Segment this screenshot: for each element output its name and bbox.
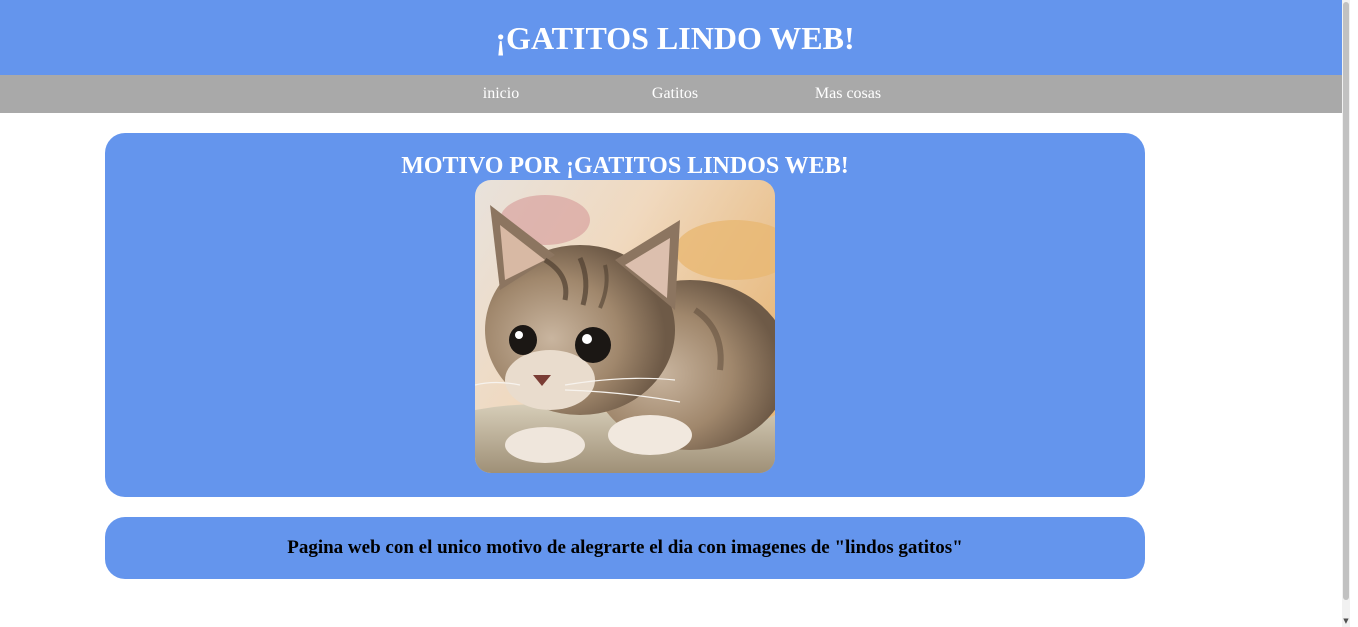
vertical-scrollbar[interactable]: ▼ [1342,0,1350,627]
kitten-photo [475,180,775,473]
scrollbar-thumb[interactable] [1343,2,1349,600]
main-card: MOTIVO POR ¡GATITOS LINDOS WEB! [105,133,1145,497]
nav-link-inicio[interactable]: inicio [483,85,519,103]
nav-link-gatitos[interactable]: Gatitos [652,85,698,103]
site-title: ¡GATITOS LINDO WEB! [495,19,855,56]
site-header: ¡GATITOS LINDO WEB! [0,0,1350,75]
page: ¡GATITOS LINDO WEB! inicio Gatitos Mas c… [0,0,1350,627]
chevron-down-icon[interactable]: ▼ [1342,617,1350,625]
description-card: Pagina web con el unico motivo de alegra… [105,517,1145,579]
nav-link-mas-cosas[interactable]: Mas cosas [815,85,881,103]
main-card-heading: MOTIVO POR ¡GATITOS LINDOS WEB! [401,153,849,179]
main-nav: inicio Gatitos Mas cosas [0,75,1350,113]
description-text: Pagina web con el unico motivo de alegra… [287,537,963,558]
